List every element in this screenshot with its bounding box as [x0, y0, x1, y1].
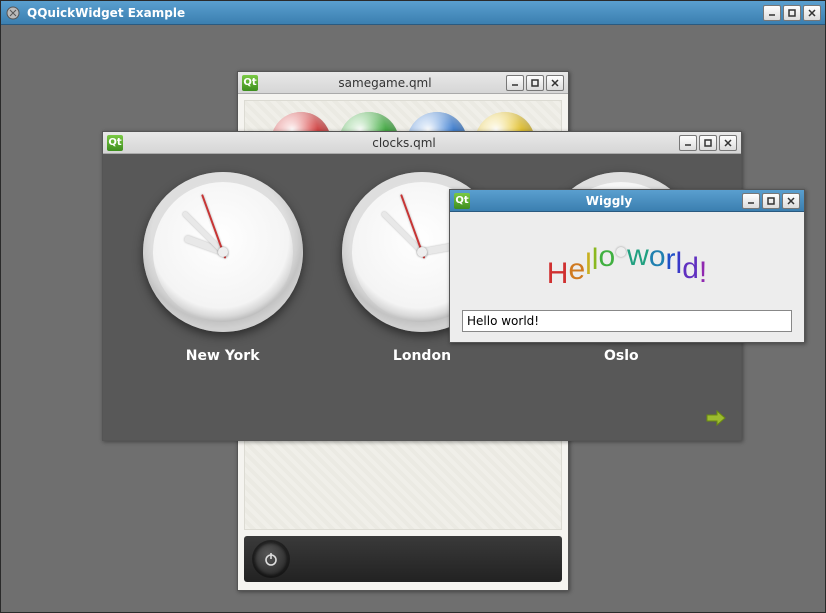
samegame-footer	[244, 536, 562, 582]
clock-center	[218, 247, 228, 257]
main-window: QQuickWidget Example Qt samegame.qml	[0, 0, 826, 613]
wiggly-letter: H	[547, 257, 569, 291]
clocks-title: clocks.qml	[129, 136, 679, 150]
wiggly-display: Hello world!	[462, 222, 792, 310]
qt-icon: Qt	[242, 75, 258, 91]
clock-center	[616, 247, 626, 257]
samegame-title: samegame.qml	[264, 76, 506, 90]
samegame-titlebar[interactable]: Qt samegame.qml	[238, 72, 568, 94]
maximize-button[interactable]	[699, 135, 717, 151]
close-button[interactable]	[803, 5, 821, 21]
app-icon	[5, 5, 21, 21]
next-arrow-icon[interactable]	[705, 409, 727, 430]
main-window-controls	[763, 5, 821, 21]
city-label: New York	[186, 348, 260, 364]
qt-icon: Qt	[454, 193, 470, 209]
minimize-button[interactable]	[763, 5, 781, 21]
wiggly-input[interactable]	[462, 310, 792, 332]
power-button[interactable]	[254, 542, 288, 576]
wiggly-letter: l	[585, 248, 592, 282]
wiggly-title: Wiggly	[476, 194, 742, 208]
wiggly-letter: l	[592, 243, 599, 277]
wiggly-titlebar[interactable]: Qt Wiggly	[450, 190, 804, 212]
clock-face	[143, 172, 303, 332]
clock-column: New York	[123, 172, 322, 430]
wiggly-window[interactable]: Qt Wiggly Hello world!	[449, 189, 805, 343]
wiggly-letter: o	[649, 240, 666, 274]
clocks-window-controls	[679, 135, 737, 151]
wiggly-letter: r	[666, 243, 676, 277]
minimize-button[interactable]	[506, 75, 524, 91]
maximize-button[interactable]	[526, 75, 544, 91]
wiggly-body: Hello world!	[450, 212, 804, 342]
wiggly-letter: o	[598, 240, 615, 274]
maximize-button[interactable]	[783, 5, 801, 21]
mdi-area: Qt samegame.qml Qt	[9, 33, 817, 604]
wiggly-letter: e	[568, 253, 585, 287]
clock-center	[417, 247, 427, 257]
wiggly-letter: d	[682, 252, 699, 286]
city-label: Oslo	[604, 348, 639, 364]
main-title: QQuickWidget Example	[27, 6, 763, 20]
wiggly-letter: l	[676, 247, 683, 281]
close-button[interactable]	[782, 193, 800, 209]
city-label: London	[393, 348, 451, 364]
samegame-window-controls	[506, 75, 564, 91]
wiggly-window-controls	[742, 193, 800, 209]
clocks-titlebar[interactable]: Qt clocks.qml	[103, 132, 741, 154]
wiggly-letter: !	[699, 256, 707, 290]
minimize-button[interactable]	[742, 193, 760, 209]
wiggly-letter: w	[627, 239, 649, 273]
minimize-button[interactable]	[679, 135, 697, 151]
main-titlebar[interactable]: QQuickWidget Example	[1, 1, 825, 25]
close-button[interactable]	[719, 135, 737, 151]
qt-icon: Qt	[107, 135, 123, 151]
maximize-button[interactable]	[762, 193, 780, 209]
close-button[interactable]	[546, 75, 564, 91]
